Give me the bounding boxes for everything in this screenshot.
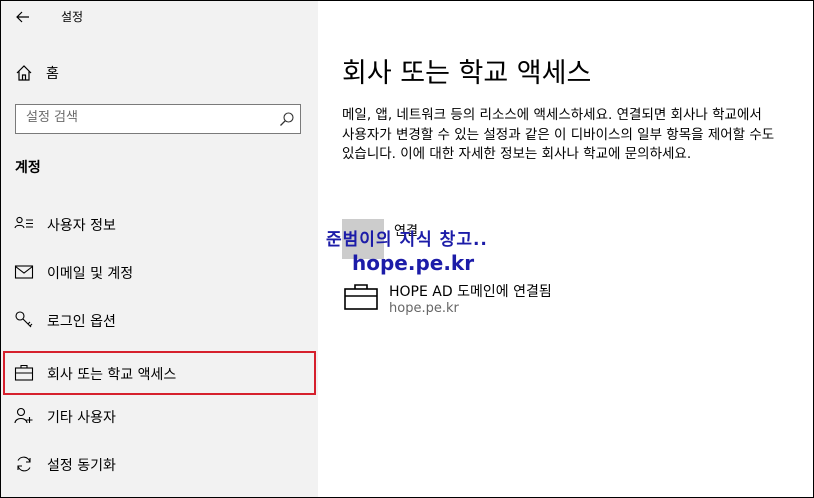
sidebar-item-label: 로그인 옵션: [47, 314, 116, 330]
sidebar-item-label: 설정 동기화: [47, 458, 116, 474]
sidebar-item-label: 기타 사용자: [47, 410, 116, 426]
key-icon: [15, 311, 33, 328]
sidebar-item-label: 회사 또는 학교 액세스: [47, 367, 177, 383]
search-input[interactable]: [26, 110, 266, 125]
briefcase-icon: [344, 284, 378, 310]
mail-icon: [14, 265, 34, 279]
briefcase-icon: [14, 364, 34, 381]
account-domain: hope.pe.kr: [389, 301, 459, 316]
account-title[interactable]: HOPE AD 도메인에 연결됨: [389, 281, 552, 301]
app-title: 설정: [61, 10, 84, 24]
main-content: 회사 또는 학교 액세스 메일, 앱, 네트워크 등의 리소스에 액세스하세요.…: [318, 1, 813, 497]
home-link[interactable]: 홈: [15, 63, 59, 83]
sidebar: 설정 홈 계정 사용자 정보: [1, 1, 318, 497]
sidebar-item-sign-in-options[interactable]: 로그인 옵션: [1, 298, 318, 342]
settings-window: 설정 홈 계정 사용자 정보: [0, 0, 814, 498]
page-title: 회사 또는 학교 액세스: [342, 58, 592, 89]
description-text: 메일, 앱, 네트워크 등의 리소스에 액세스하세요. 연결되면 회사나 학교에…: [342, 107, 775, 162]
sidebar-item-user-info[interactable]: 사용자 정보: [1, 202, 318, 246]
sidebar-item-label: 사용자 정보: [47, 218, 116, 234]
sidebar-item-label: 이메일 및 계정: [47, 266, 134, 282]
sidebar-item-email-accounts[interactable]: 이메일 및 계정: [1, 250, 318, 294]
watermark-url: hope.pe.kr: [352, 251, 475, 275]
sync-icon: [17, 456, 31, 472]
sidebar-item-sync-settings[interactable]: 설정 동기화: [1, 442, 318, 486]
back-arrow-icon[interactable]: [13, 7, 33, 27]
search-icon[interactable]: [279, 111, 295, 127]
add-user-icon: [14, 407, 33, 424]
home-label: 홈: [46, 66, 59, 82]
section-heading-accounts: 계정: [15, 160, 41, 176]
sidebar-item-other-users[interactable]: 기타 사용자: [1, 394, 318, 438]
settings-search[interactable]: [15, 104, 301, 134]
home-icon: [16, 65, 32, 81]
user-info-icon: [14, 216, 33, 229]
watermark-text: 준범이의 지식 창고..: [326, 230, 488, 250]
sidebar-item-work-school-access[interactable]: 회사 또는 학교 액세스: [3, 351, 316, 395]
